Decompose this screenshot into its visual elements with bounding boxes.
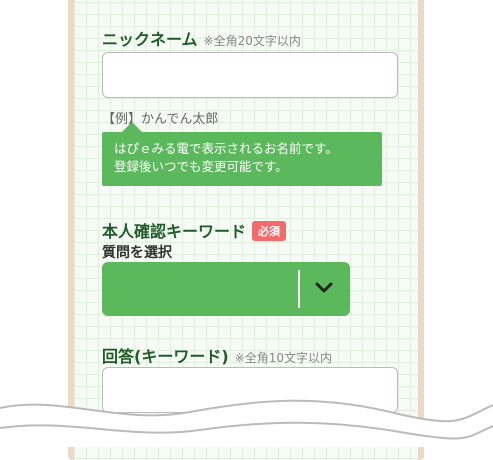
nickname-example: 【例】かんでん太郎 [102, 112, 219, 127]
keyword-heading: 本人確認キーワード 必須 [102, 218, 287, 242]
nickname-heading: ニックネーム ※全角20文字以内 [102, 26, 301, 50]
chevron-down-icon [315, 282, 333, 293]
answer-title: 回答(キーワード) [102, 347, 229, 366]
nickname-tooltip: はぴｅみる電で表示されるお名前です。 登録後いつでも変更可能です。 [102, 122, 382, 186]
tooltip-line-2: 登録後いつでも変更可能です。 [114, 159, 288, 174]
tooltip-line-1: はぴｅみる電で表示されるお名前です。 [114, 141, 338, 156]
phone-frame: ニックネーム ※全角20文字以内 【例】かんでん太郎 はぴｅみる電で表示されるお名… [68, 0, 424, 460]
keyword-title: 本人確認キーワード [102, 222, 247, 241]
select-divider [298, 270, 300, 308]
answer-heading: 回答(キーワード) ※全角10文字以内 [102, 343, 332, 367]
question-select[interactable] [102, 262, 350, 316]
answer-input[interactable] [102, 367, 398, 413]
nickname-hint: ※全角20文字以内 [203, 34, 301, 48]
question-label: 質問を選択 [102, 245, 172, 261]
nickname-title: ニックネーム [102, 30, 198, 49]
nickname-input[interactable] [102, 52, 398, 98]
required-badge: 必須 [252, 221, 287, 241]
answer-hint: ※全角10文字以内 [234, 351, 332, 365]
